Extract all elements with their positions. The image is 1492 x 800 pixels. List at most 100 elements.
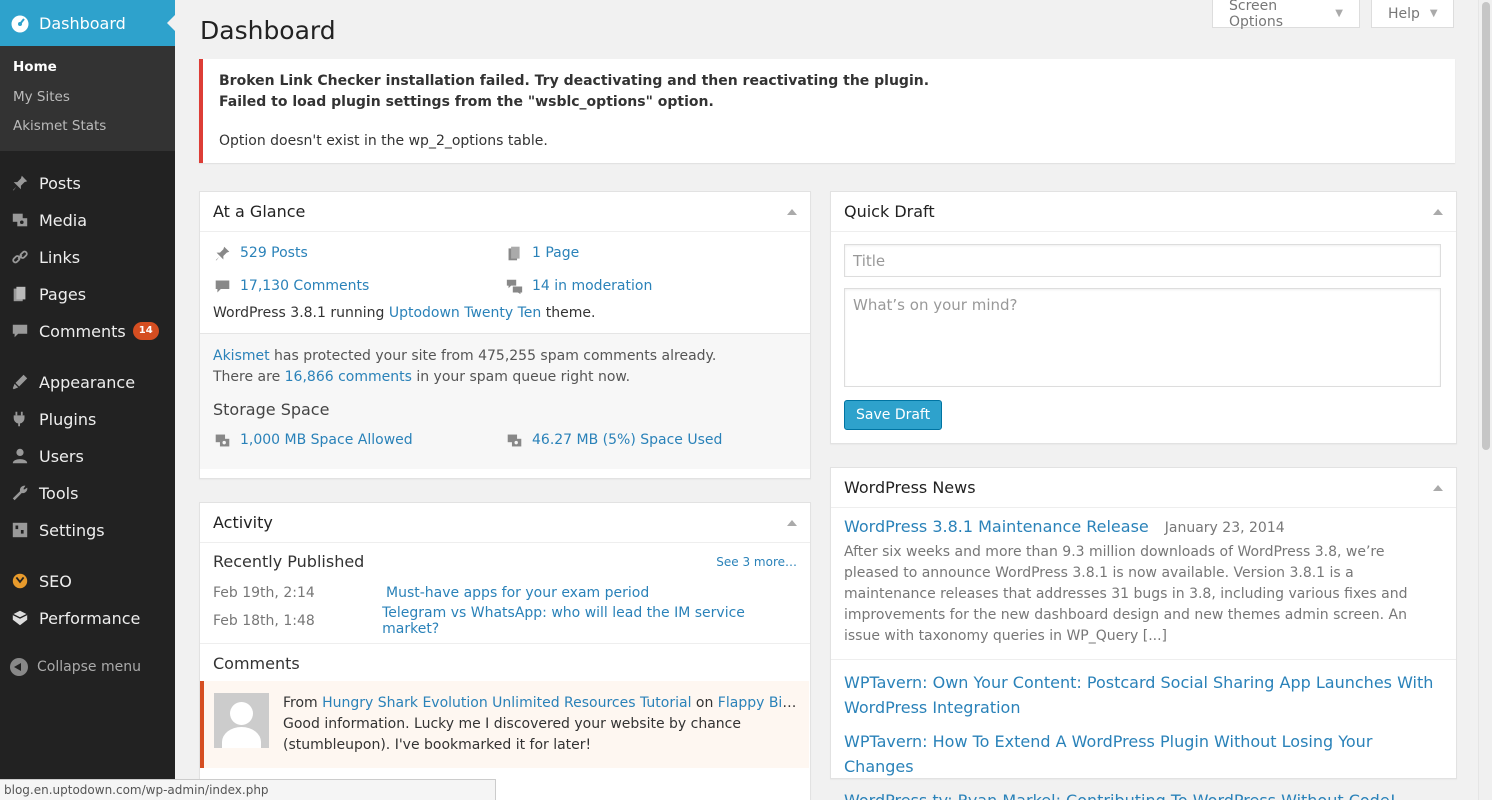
widget-header[interactable]: Quick Draft — [831, 192, 1456, 232]
draft-content-textarea[interactable]: What’s on your mind? — [844, 288, 1441, 387]
akismet-link[interactable]: Akismet — [213, 348, 270, 364]
news-links-list: WPTavern: Own Your Content: Postcard Soc… — [831, 660, 1456, 800]
widget-header[interactable]: At a Glance — [200, 192, 810, 232]
glance-posts: 529 Posts — [213, 242, 505, 264]
pages-icon — [10, 284, 30, 304]
collapse-menu-label: Collapse menu — [37, 658, 141, 675]
performance-icon — [10, 608, 30, 628]
save-draft-button[interactable]: Save Draft — [844, 400, 943, 430]
comments-moderation-icon — [505, 277, 523, 295]
sidebar-item-plugins[interactable]: Plugins — [0, 401, 175, 438]
settings-icon — [10, 520, 30, 540]
glance-comments: 17,130 Comments — [213, 275, 505, 297]
posts-count-link[interactable]: 529 Posts — [240, 245, 308, 261]
wordpress-news-widget: WordPress News WordPress 3.8.1 Maintenan… — [830, 467, 1457, 800]
help-button[interactable]: Help ▼ — [1371, 0, 1454, 28]
sidebar-item-settings[interactable]: Settings — [0, 512, 175, 549]
pages-count-link[interactable]: 1 Page — [532, 245, 579, 261]
news-title-link[interactable]: WordPress 3.8.1 Maintenance Release — [844, 517, 1149, 536]
sidebar-item-label: Dashboard — [39, 13, 126, 33]
recently-published-title: Recently Published — [213, 552, 365, 571]
glance-moderation: 14 in moderation — [505, 275, 785, 297]
quick-draft-widget: Quick Draft Title What’s on your mind? S… — [830, 191, 1457, 444]
moderation-count-link[interactable]: 14 in moderation — [532, 278, 652, 294]
widget-header[interactable]: WordPress News — [831, 468, 1456, 508]
collapse-toggle-icon[interactable] — [1433, 208, 1443, 215]
sidebar-item-label: Tools — [39, 483, 79, 503]
sidebar-item-label: Performance — [39, 608, 141, 628]
collapse-toggle-icon[interactable] — [1433, 484, 1443, 491]
space-used-link[interactable]: 46.27 MB (5%) Space Used — [532, 432, 722, 448]
user-icon — [10, 446, 30, 466]
sidebar-item-performance[interactable]: Performance — [0, 600, 175, 637]
post-title-link[interactable]: Must-have apps for your exam period — [386, 585, 649, 601]
widget-title: At a Glance — [213, 202, 306, 221]
collapse-toggle-icon[interactable] — [787, 208, 797, 215]
help-label: Help — [1388, 5, 1420, 22]
comment-text: Good information. Lucky me I discovered … — [283, 716, 741, 753]
comment-author-link[interactable]: Hungry Shark Evolution Unlimited Resourc… — [322, 695, 691, 711]
post-title-link[interactable]: Telegram vs WhatsApp: who will lead the … — [382, 605, 797, 637]
sidebar-item-media[interactable]: Media — [0, 202, 175, 239]
comment-icon — [10, 321, 30, 341]
widget-title: WordPress News — [844, 478, 976, 497]
news-link[interactable]: WPTavern: How To Extend A WordPress Plug… — [844, 732, 1372, 776]
theme-link[interactable]: Uptodown Twenty Ten — [389, 305, 541, 321]
comment-post-link[interactable]: Flappy Bird, th... — [718, 695, 799, 711]
sidebar-item-posts[interactable]: Posts — [0, 165, 175, 202]
page-title: Dashboard — [200, 16, 336, 45]
vertical-scrollbar[interactable] — [1478, 0, 1492, 800]
sidebar-item-label: SEO — [39, 571, 72, 591]
menu-separator — [0, 350, 175, 364]
sidebar-item-pages[interactable]: Pages — [0, 276, 175, 313]
seo-icon — [10, 571, 30, 591]
menu-separator — [0, 549, 175, 563]
scrollbar-thumb[interactable] — [1482, 2, 1490, 450]
news-date: January 23, 2014 — [1164, 520, 1285, 536]
sidebar-item-tools[interactable]: Tools — [0, 475, 175, 512]
comment-icon — [213, 277, 231, 295]
submenu-my-sites[interactable]: My Sites — [0, 83, 175, 113]
sidebar-item-users[interactable]: Users — [0, 438, 175, 475]
widget-header[interactable]: Activity — [200, 503, 810, 543]
list-item: WordPress.tv: Ryan Markel: Contributing … — [844, 788, 1443, 800]
comments-heading: Comments — [213, 654, 300, 673]
comment-body: From Hungry Shark Evolution Unlimited Re… — [283, 693, 799, 756]
submenu-akismet-stats[interactable]: Akismet Stats — [0, 112, 175, 142]
sidebar-item-seo[interactable]: SEO — [0, 563, 175, 600]
admin-sidebar: Dashboard Home My Sites Akismet Stats Po… — [0, 0, 175, 800]
sidebar-item-appearance[interactable]: Appearance — [0, 364, 175, 401]
akismet-line: Akismet has protected your site from 475… — [213, 346, 797, 367]
plug-icon — [10, 409, 30, 429]
news-link[interactable]: WPTavern: Own Your Content: Postcard Soc… — [844, 673, 1433, 717]
sidebar-item-dashboard[interactable]: Dashboard — [0, 0, 175, 46]
list-item: WPTavern: Own Your Content: Postcard Soc… — [844, 670, 1443, 720]
main-content: Screen Options ▼ Help ▼ Dashboard Broken… — [175, 0, 1492, 800]
draft-title-input[interactable]: Title — [844, 244, 1441, 277]
notice-line-3: Option doesn't exist in the wp_2_options… — [219, 133, 548, 149]
collapse-menu-button[interactable]: Collapse menu — [0, 647, 175, 687]
news-link[interactable]: WordPress.tv: Ryan Markel: Contributing … — [844, 791, 1396, 800]
see-more-link[interactable]: See 3 more… — [716, 555, 797, 569]
quick-draft-form: Title What’s on your mind? Save Draft — [831, 232, 1456, 442]
notice-line-1: Broken Link Checker installation failed.… — [219, 73, 930, 89]
link-icon — [10, 247, 30, 267]
comments-count-link[interactable]: 17,130 Comments — [240, 278, 369, 294]
news-title-row: WordPress 3.8.1 Maintenance Release Janu… — [844, 517, 1443, 536]
version-text: WordPress 3.8.1 running — [213, 305, 389, 321]
space-used: 46.27 MB (5%) Space Used — [505, 429, 785, 451]
wordpress-version-line: WordPress 3.8.1 running Uptodown Twenty … — [200, 297, 810, 333]
submenu-home[interactable]: Home — [0, 53, 175, 83]
media-icon — [213, 431, 231, 449]
sidebar-item-comments[interactable]: Comments 14 — [0, 313, 175, 350]
post-date: Feb 18th, 1:48 — [213, 613, 315, 629]
spam-queue-link[interactable]: 16,866 comments — [285, 369, 412, 385]
sidebar-item-links[interactable]: Links — [0, 239, 175, 276]
screen-options-button[interactable]: Screen Options ▼ — [1212, 0, 1360, 30]
space-allowed-link[interactable]: 1,000 MB Space Allowed — [240, 432, 413, 448]
brush-icon — [10, 372, 30, 392]
comment-item: From Hungry Shark Evolution Unlimited Re… — [200, 681, 809, 768]
collapse-toggle-icon[interactable] — [787, 519, 797, 526]
error-notice: Broken Link Checker installation failed.… — [199, 59, 1455, 163]
storage-space-heading: Storage Space — [213, 400, 330, 419]
